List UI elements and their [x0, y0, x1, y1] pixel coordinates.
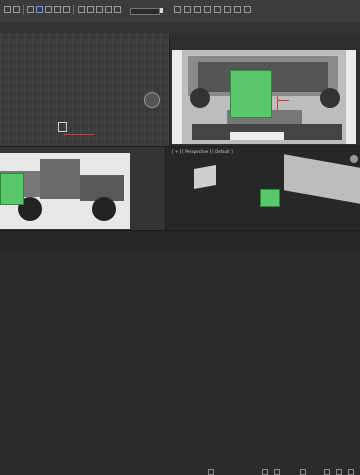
- render-icon[interactable]: [234, 6, 241, 13]
- select-region-icon[interactable]: [36, 6, 43, 13]
- dropdown-arrow-icon[interactable]: [160, 8, 163, 13]
- zoom-all-icon[interactable]: [262, 469, 268, 475]
- green-box-object[interactable]: [230, 70, 272, 118]
- viewport-label[interactable]: [ + ] [ Perspective ] [ Default ]: [172, 149, 233, 154]
- angle-snap-icon[interactable]: [87, 6, 94, 13]
- viewcube-icon[interactable]: [144, 92, 160, 108]
- pan-icon[interactable]: [324, 469, 330, 475]
- mirror-icon[interactable]: [105, 6, 112, 13]
- main-toolbar: [0, 0, 360, 23]
- zoom-icon[interactable]: [208, 469, 214, 475]
- undo-icon[interactable]: [4, 6, 11, 13]
- render-setup-icon[interactable]: [214, 6, 221, 13]
- camera-object[interactable]: [58, 122, 67, 132]
- viewport-top[interactable]: [0, 34, 170, 146]
- field-of-view-icon[interactable]: [300, 469, 306, 475]
- viewcube-icon[interactable]: [350, 155, 358, 163]
- redo-icon[interactable]: [13, 6, 20, 13]
- select-icon[interactable]: [27, 6, 34, 13]
- percent-snap-icon[interactable]: [96, 6, 103, 13]
- align-icon[interactable]: [114, 6, 121, 13]
- gizmo-y-axis: [277, 96, 278, 110]
- schematic-icon[interactable]: [194, 6, 201, 13]
- snap-icon[interactable]: [78, 6, 85, 13]
- move-icon[interactable]: [45, 6, 52, 13]
- toolbar-separator: [23, 5, 24, 15]
- green-box-object[interactable]: [0, 173, 24, 205]
- named-selection-field[interactable]: [130, 8, 160, 15]
- maximize-viewport-icon[interactable]: [348, 469, 354, 475]
- viewport-perspective[interactable]: [ + ] [ Perspective ] [ Default ]: [165, 146, 360, 230]
- viewport-front[interactable]: [170, 34, 360, 146]
- toolbar-separator: [73, 5, 74, 15]
- scale-icon[interactable]: [63, 6, 70, 13]
- curve-editor-icon[interactable]: [184, 6, 191, 13]
- status-bar: [0, 230, 360, 475]
- zoom-extents-icon[interactable]: [274, 469, 280, 475]
- grid: [0, 34, 169, 146]
- viewport-left[interactable]: [0, 146, 165, 230]
- teapot-icon[interactable]: [244, 6, 251, 13]
- green-box-object[interactable]: [260, 189, 280, 207]
- orbit-icon[interactable]: [336, 469, 342, 475]
- selection-axis: [64, 134, 94, 135]
- gizmo-x-axis: [277, 100, 289, 101]
- material-editor-icon[interactable]: [204, 6, 211, 13]
- render-frame-icon[interactable]: [224, 6, 231, 13]
- layer-icon[interactable]: [174, 6, 181, 13]
- side-image-plane[interactable]: [284, 154, 360, 204]
- front-image-plane[interactable]: [194, 165, 216, 189]
- rotate-icon[interactable]: [54, 6, 61, 13]
